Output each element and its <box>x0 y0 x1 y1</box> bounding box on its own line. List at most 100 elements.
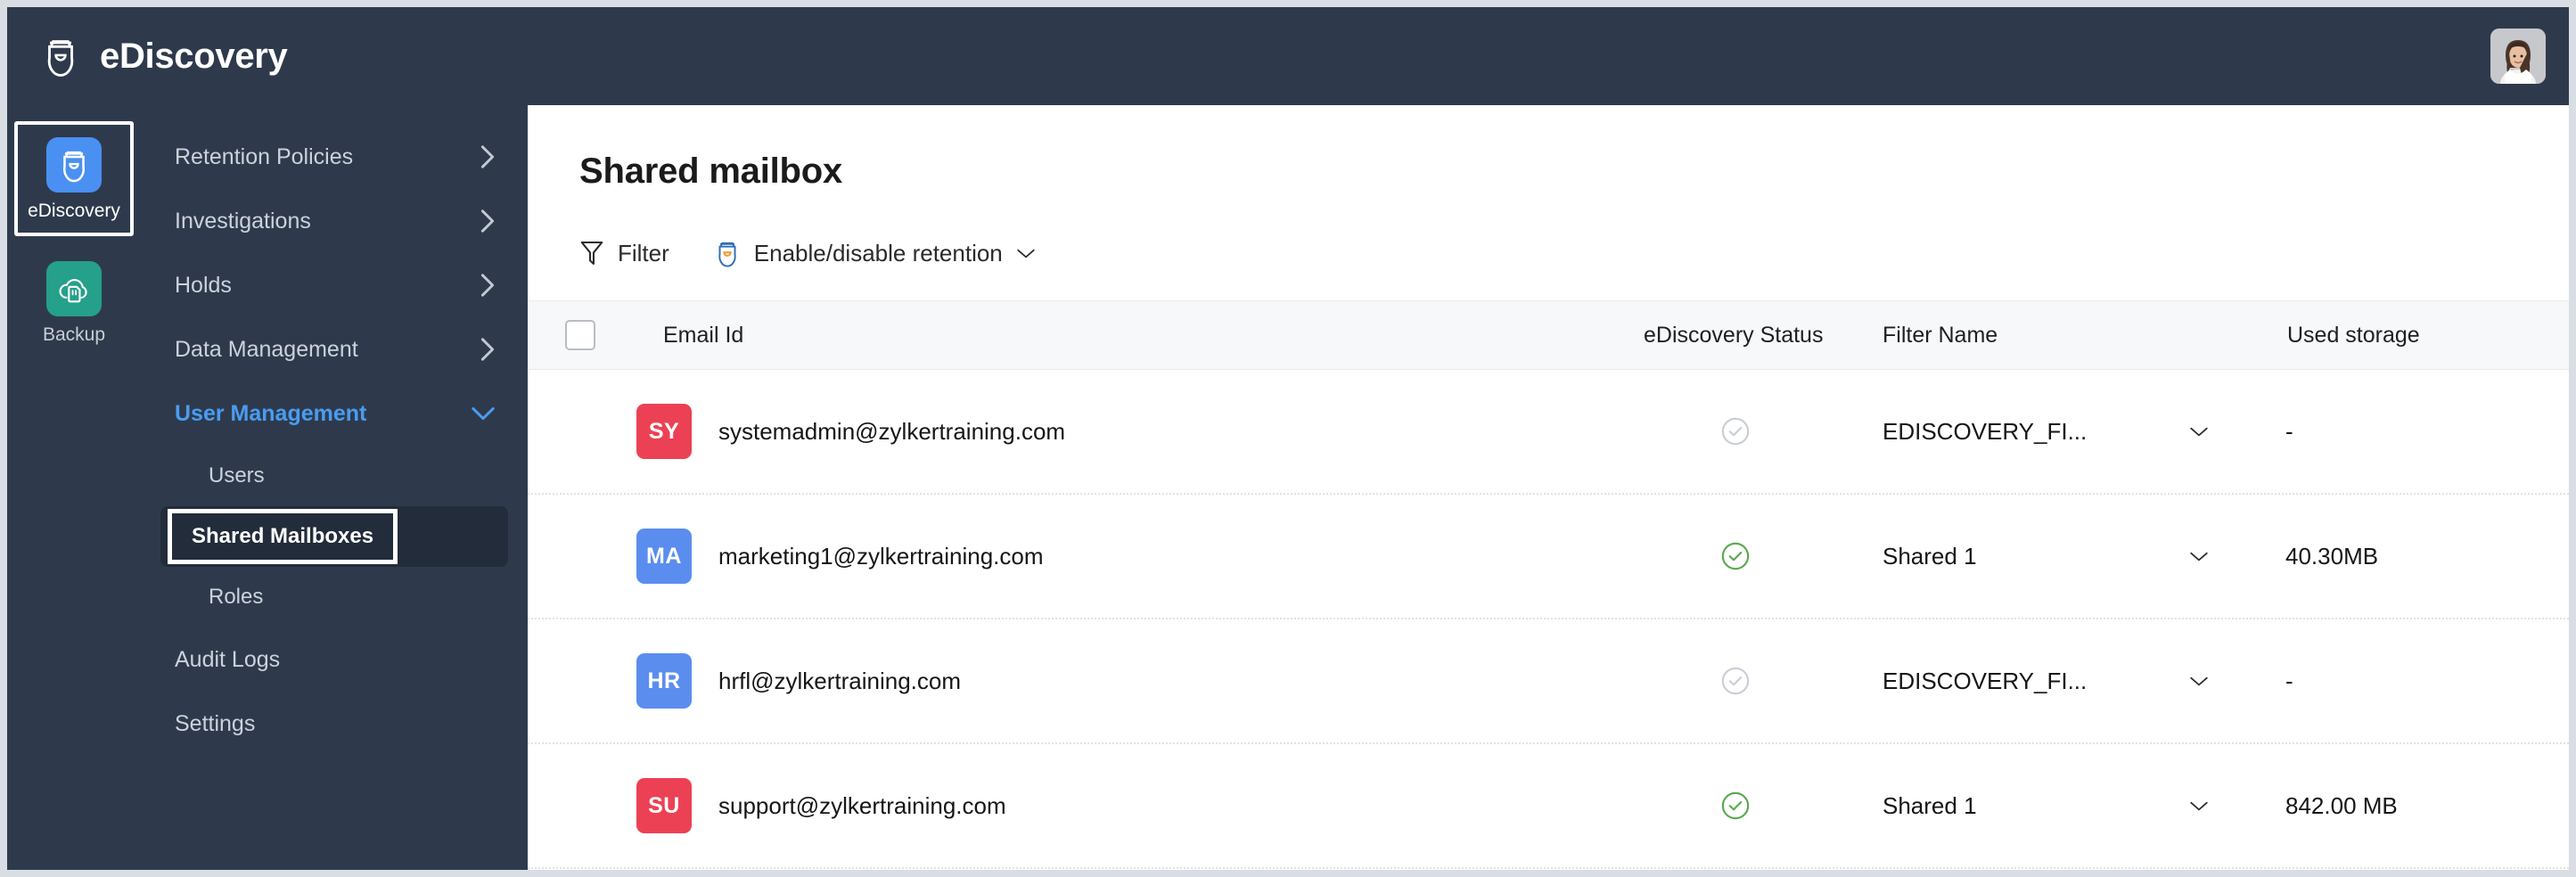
used-storage-text: 40.30MB <box>2285 542 2379 570</box>
chevron-right-icon <box>480 145 495 168</box>
status-cell[interactable] <box>1588 416 1883 447</box>
email-text: systemadmin@zylkertraining.com <box>718 417 1066 445</box>
sidebar-item-shared-mailboxes[interactable]: Shared Mailboxes <box>141 506 528 567</box>
filter-name-text: EDISCOVERY_FI... <box>1883 417 2088 445</box>
sidebar-item-settings[interactable]: Settings <box>141 692 528 756</box>
status-cell[interactable] <box>1588 666 1883 696</box>
sidebar-item-data-management[interactable]: Data Management <box>141 317 528 381</box>
column-header-filter-name[interactable]: Filter Name <box>1883 323 2275 348</box>
user-photo-avatar <box>2490 29 2546 84</box>
column-header-email-id[interactable]: Email Id <box>633 323 1588 348</box>
shared-mailbox-table: Email Id eDiscovery Status Filter Name U… <box>528 300 2569 869</box>
chevron-down-icon[interactable] <box>2189 550 2209 562</box>
funnel-icon <box>580 241 603 266</box>
chevron-right-icon <box>480 274 495 297</box>
main-content: Shared mailbox Filter Enable/disable ret… <box>528 105 2569 870</box>
rail-item-backup[interactable]: Backup <box>14 245 134 360</box>
email-cell: SY systemadmin@zylkertraining.com <box>633 404 1588 459</box>
sidebar-navigation: Retention Policies Investigations Holds … <box>141 105 528 870</box>
application-window: eDiscovery eDiscovery Backup Retention P… <box>7 7 2569 870</box>
chevron-down-icon[interactable] <box>2189 425 2209 438</box>
sidebar-item-investigations[interactable]: Investigations <box>141 189 528 253</box>
sidebar-focus-outline: Shared Mailboxes <box>168 509 398 564</box>
brand-block[interactable]: eDiscovery <box>41 34 288 78</box>
check-circle-icon <box>1721 542 1750 570</box>
sidebar-item-label: Audit Logs <box>175 646 281 672</box>
filter-name-cell[interactable]: Shared 1 <box>1883 792 2275 820</box>
sidebar-item-label: Investigations <box>175 208 311 234</box>
sidebar-item-user-management[interactable]: User Management <box>141 381 528 446</box>
body-split: eDiscovery Backup Retention Policies Inv… <box>7 105 2569 870</box>
app-title: eDiscovery <box>100 36 288 76</box>
used-storage-cell: 842.00 MB <box>2275 792 2569 820</box>
select-all-cell[interactable] <box>528 320 633 350</box>
sidebar-item-label: Holds <box>175 272 232 298</box>
avatar[interactable] <box>2490 29 2546 84</box>
used-storage-text: 842.00 MB <box>2285 791 2398 819</box>
avatar: HR <box>636 653 692 709</box>
top-header-bar: eDiscovery <box>7 7 2569 105</box>
chevron-down-icon[interactable] <box>2189 799 2209 812</box>
filter-label: Filter <box>618 239 669 266</box>
sidebar-item-label: Data Management <box>175 336 358 362</box>
chevron-down-icon <box>1017 249 1035 258</box>
check-circle-icon <box>1721 791 1750 820</box>
used-storage-text: - <box>2285 417 2293 445</box>
avatar: MA <box>636 529 692 584</box>
sidebar-subitem-label: Roles <box>209 585 264 609</box>
avatar: SY <box>636 404 692 459</box>
select-all-checkbox[interactable] <box>565 320 595 350</box>
table-row[interactable]: MA marketing1@zylkertraining.com Shared … <box>528 495 2569 619</box>
rail-item-ediscovery[interactable]: eDiscovery <box>14 121 134 236</box>
used-storage-cell: - <box>2275 418 2569 446</box>
sidebar-item-retention-policies[interactable]: Retention Policies <box>141 125 528 189</box>
used-storage-cell: 40.30MB <box>2275 543 2569 570</box>
table-row[interactable]: SY systemadmin@zylkertraining.com EDISCO… <box>528 370 2569 495</box>
backup-app-tile <box>46 261 102 316</box>
table-row[interactable]: HR hrfl@zylkertraining.com EDISCOVERY_FI… <box>528 619 2569 744</box>
email-cell: HR hrfl@zylkertraining.com <box>633 653 1588 709</box>
filter-button[interactable]: Filter <box>579 240 669 267</box>
shield-retention-icon <box>718 242 736 267</box>
page-title: Shared mailbox <box>579 152 843 191</box>
email-text: hrfl@zylkertraining.com <box>718 667 962 694</box>
sidebar-item-audit-logs[interactable]: Audit Logs <box>141 627 528 692</box>
sidebar-item-holds[interactable]: Holds <box>141 253 528 317</box>
check-circle-icon <box>1721 667 1750 695</box>
email-cell: SU support@zylkertraining.com <box>633 778 1588 833</box>
chevron-down-icon[interactable] <box>2189 675 2209 687</box>
check-circle-icon <box>1721 417 1750 446</box>
email-text: marketing1@zylkertraining.com <box>718 542 1044 570</box>
sidebar-item-label: User Management <box>175 400 367 426</box>
sidebar-item-users[interactable]: Users <box>141 446 528 506</box>
content-toolbar: Filter Enable/disable retention <box>528 192 2569 277</box>
shield-helmet-icon <box>62 151 86 183</box>
rail-label-ediscovery: eDiscovery <box>28 201 120 221</box>
filter-name-text: Shared 1 <box>1883 542 1977 570</box>
column-header-used-storage[interactable]: Used storage <box>2275 323 2569 348</box>
application-rail: eDiscovery Backup <box>7 105 141 870</box>
filter-name-cell[interactable]: EDISCOVERY_FI... <box>1883 668 2275 695</box>
email-cell: MA marketing1@zylkertraining.com <box>633 529 1588 584</box>
filter-name-text: Shared 1 <box>1883 791 1977 819</box>
enable-disable-retention-button[interactable]: Enable/disable retention <box>714 238 1036 268</box>
rail-label-backup: Backup <box>42 324 106 345</box>
cloud-backup-icon <box>59 279 87 303</box>
sidebar-item-roles[interactable]: Roles <box>141 567 528 627</box>
column-header-ediscovery-status[interactable]: eDiscovery Status <box>1588 323 1883 348</box>
filter-name-cell[interactable]: EDISCOVERY_FI... <box>1883 418 2275 446</box>
filter-name-cell[interactable]: Shared 1 <box>1883 543 2275 570</box>
table-row[interactable]: SU support@zylkertraining.com Shared 1 8… <box>528 744 2569 869</box>
status-cell[interactable] <box>1588 791 1883 821</box>
sidebar-item-label: Retention Policies <box>175 143 354 169</box>
filter-name-text: EDISCOVERY_FI... <box>1883 667 2088 694</box>
sidebar-selected-pill: Shared Mailboxes <box>160 506 508 567</box>
used-storage-cell: - <box>2275 668 2569 695</box>
used-storage-text: - <box>2285 667 2293 694</box>
sidebar-item-label: Settings <box>175 710 256 736</box>
email-text: support@zylkertraining.com <box>718 791 1006 819</box>
ediscovery-app-tile <box>46 137 102 193</box>
sidebar-subitem-label: Shared Mailboxes <box>192 524 374 548</box>
chevron-down-icon <box>472 406 495 421</box>
status-cell[interactable] <box>1588 541 1883 571</box>
